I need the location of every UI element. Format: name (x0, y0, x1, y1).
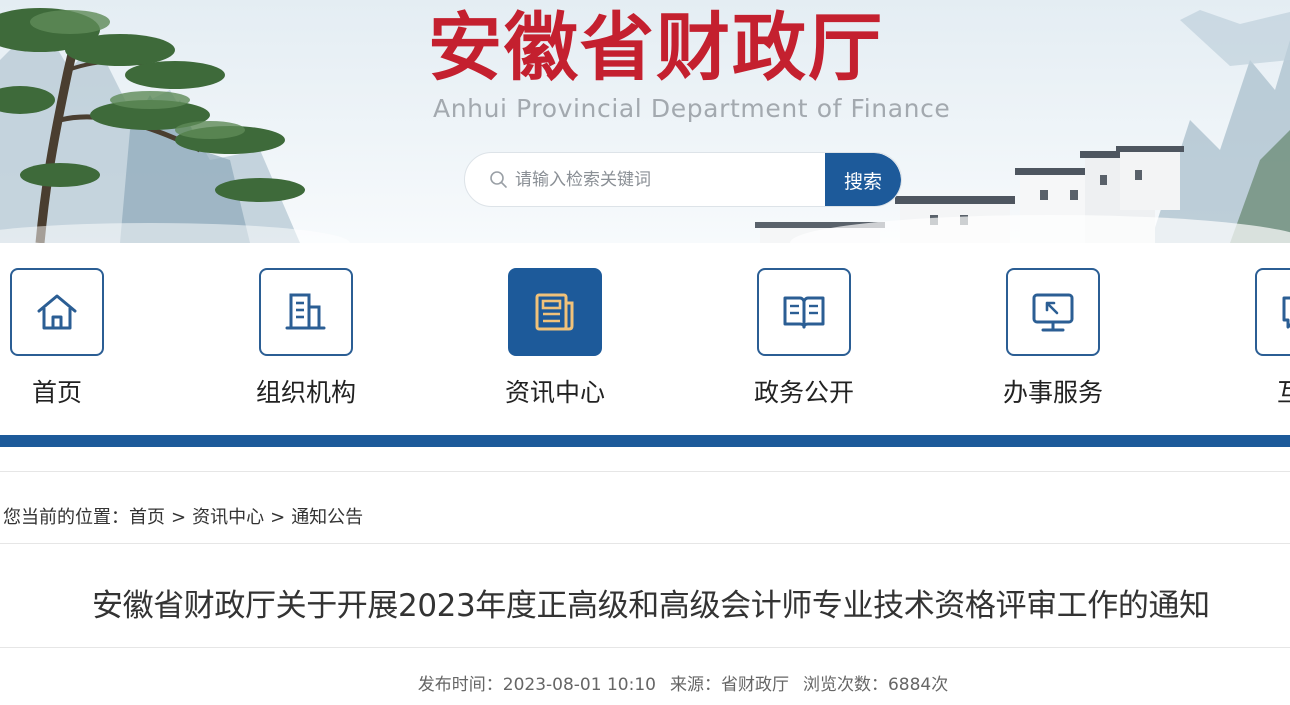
divider (0, 471, 1290, 472)
monitor-icon (1032, 293, 1074, 332)
nav-icon-box[interactable] (1255, 268, 1290, 356)
breadcrumb-separator: > (270, 507, 286, 528)
divider (0, 647, 1290, 648)
nav-item-services[interactable]: 办事服务 (959, 268, 1139, 418)
nav-icon-box[interactable] (10, 268, 104, 356)
nav-accent-bar (0, 435, 1290, 447)
nav-label: 首页 (31, 378, 82, 407)
nav-item-organization[interactable]: 组织机构 (212, 268, 392, 418)
nav-icon-box[interactable] (259, 268, 353, 356)
breadcrumb: 您当前的位置：首页 > 资讯中心 > 通知公告 (3, 503, 363, 529)
article-title: 安徽省财政厅关于开展2023年度正高级和高级会计师专业技术资格评审工作的通知 (92, 588, 1210, 624)
breadcrumb-separator: > (171, 507, 187, 528)
view-count: 浏览次数：6884次 (802, 675, 949, 695)
nav-item-home[interactable]: 首页 (0, 268, 143, 418)
search-input[interactable] (515, 153, 825, 206)
nav-item-government-affairs[interactable]: 政务公开 (710, 268, 890, 418)
main-nav: 首页 组织机构 资讯中心 政务公开 办事服务 互 (0, 243, 1290, 435)
search-icon (490, 171, 507, 188)
nav-label: 政务公开 (753, 378, 854, 407)
article-source: 来源：省财政厅 (669, 675, 789, 695)
nav-item-news-center[interactable]: 资讯中心 (461, 268, 641, 418)
open-book-icon (783, 296, 825, 329)
nav-icon-box[interactable] (508, 268, 602, 356)
chat-icon (1282, 296, 1290, 329)
nav-label: 办事服务 (1002, 378, 1103, 407)
home-icon (37, 294, 77, 330)
nav-label: 互动 (1276, 378, 1290, 407)
site-title: 安徽省财政厅 (428, 5, 884, 91)
nav-icon-box[interactable] (1006, 268, 1100, 356)
header-banner: 安徽省财政厅 Anhui Provincial Department of Fi… (0, 0, 1290, 243)
publish-time: 发布时间：2023-08-01 10:10 (417, 675, 656, 695)
building-icon (285, 293, 326, 330)
breadcrumb-link-home[interactable]: 首页 (129, 503, 165, 529)
breadcrumb-prefix: 您当前的位置： (3, 507, 129, 528)
breadcrumb-link-news-center[interactable]: 资讯中心 (192, 503, 264, 529)
nav-icon-box[interactable] (757, 268, 851, 356)
breadcrumb-link-notices[interactable]: 通知公告 (291, 503, 363, 529)
news-icon (535, 293, 574, 331)
search-box: 搜索 (464, 152, 902, 207)
article-meta: 发布时间：2023-08-01 10:10 来源：省财政厅 浏览次数：6884次 (0, 670, 1290, 695)
site-subtitle: Anhui Provincial Department of Finance (433, 94, 951, 123)
nav-label: 组织机构 (255, 378, 356, 407)
search-button[interactable]: 搜索 (825, 153, 901, 206)
nav-item-interaction[interactable]: 互动 (1208, 268, 1290, 418)
divider (0, 543, 1290, 544)
nav-label: 资讯中心 (504, 378, 605, 407)
